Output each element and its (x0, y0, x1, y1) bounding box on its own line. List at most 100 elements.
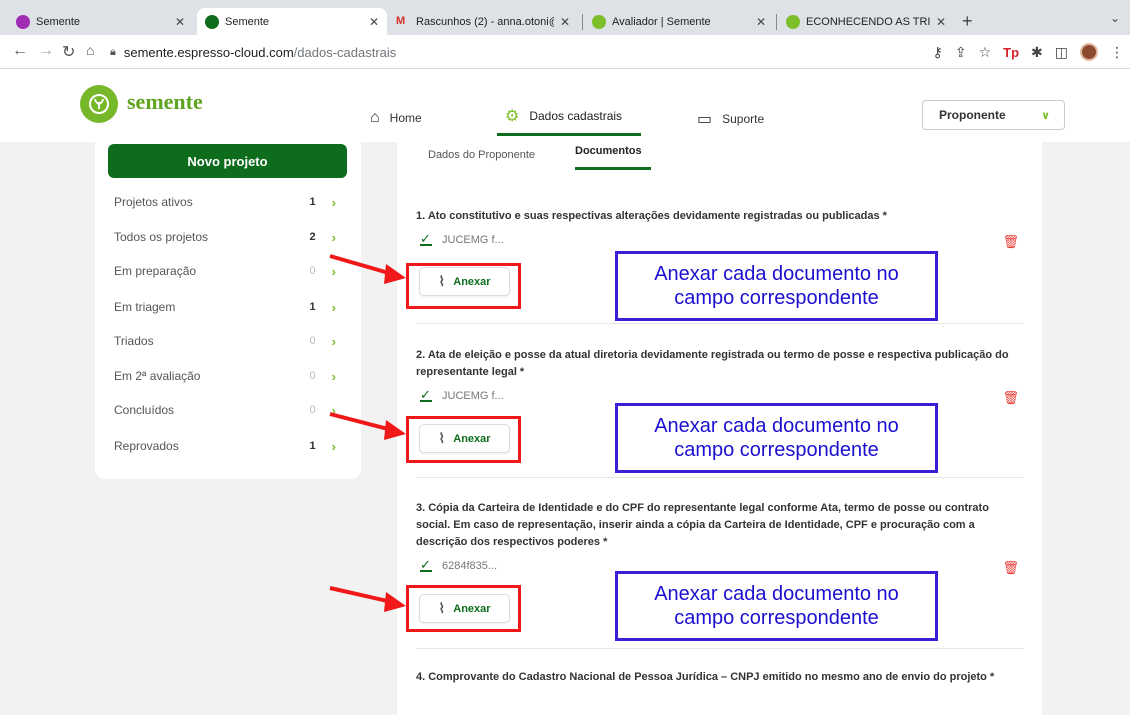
chevron-down-icon: ∨ (1041, 109, 1050, 122)
nav-home[interactable]: ⌂ Home (370, 109, 422, 127)
browser-tab[interactable]: Semente ✕ (8, 8, 193, 35)
trash-icon[interactable]: 🗑︎ (1002, 390, 1019, 406)
home-browser-icon[interactable]: ⌂ (86, 42, 94, 58)
star-icon[interactable]: ☆ (979, 44, 992, 61)
nav-dados-cadastrais[interactable]: ⚙ Dados cadastrais (505, 106, 622, 126)
role-select[interactable]: Proponente ∨ (922, 100, 1065, 130)
back-arrow-icon[interactable]: ← (12, 42, 28, 60)
instruction-callout: Anexar cada documento no campo correspond… (615, 571, 938, 641)
semente-logo-icon[interactable] (80, 85, 118, 123)
section-divider (416, 323, 1024, 324)
app-header: semente ⌂ Home ⚙ Dados cadastrais ▭ Supo… (0, 69, 1130, 142)
nav-suporte[interactable]: ▭ Suporte (697, 109, 764, 129)
semente-favicon-icon (16, 14, 30, 29)
highlight-box (406, 585, 521, 632)
instruction-callout: Anexar cada documento no campo correspond… (615, 251, 938, 321)
toolbar-icons: ⚷ ⇪ ☆ Tp ✱ ◫ ⋮ (933, 43, 1124, 61)
browser-tab[interactable]: M Rascunhos (2) - anna.otoni@cc ✕ (388, 8, 578, 35)
check-icon: ✓ (420, 231, 432, 246)
section-divider (416, 477, 1024, 478)
document-heading: 3. Cópia da Carteira de Identidade e do … (416, 502, 989, 548)
tab-separator (776, 14, 777, 30)
chevron-right-icon: › (331, 194, 336, 210)
red-arrow-icon (329, 586, 406, 612)
new-project-button[interactable]: Novo projeto (108, 144, 347, 178)
chevron-right-icon: › (331, 299, 336, 315)
address-bar[interactable]: 🔒︎ semente.espresso-cloud.com/dados-cada… (110, 40, 925, 64)
tab-active-underline (575, 167, 651, 170)
tab-documentos[interactable]: Documentos (575, 145, 642, 157)
document-heading: 4. Comprovante do Cadastro Nacional de P… (416, 671, 995, 683)
semente-favicon-icon (205, 14, 219, 29)
section-divider (416, 648, 1024, 649)
count-badge: 1 (309, 440, 316, 452)
chevron-right-icon: › (331, 368, 336, 384)
chevron-right-icon: › (331, 229, 336, 245)
browser-tab-active[interactable]: Semente ✕ (197, 8, 387, 35)
avaliador-favicon-icon (592, 14, 606, 29)
document-heading: 1. Ato constitutivo e suas respectivas a… (416, 210, 887, 222)
sidebar-item-todos-os-projetos[interactable]: Todos os projetos 2 › (114, 227, 336, 247)
count-badge: 2 (309, 231, 316, 243)
url-host: semente.espresso-cloud.com (123, 44, 294, 60)
sidebar-item-triados[interactable]: Triados 0 › (114, 331, 336, 351)
check-icon: ✓ (420, 387, 432, 402)
sidebar-item-reprovados[interactable]: Reprovados 1 › (114, 436, 336, 456)
extension-tp-icon[interactable]: Tp (1003, 45, 1019, 60)
sidebar-item-em-preparacao[interactable]: Em preparação 0 › (114, 261, 336, 281)
instruction-callout: Anexar cada documento no campo correspond… (615, 403, 938, 473)
close-tab-icon[interactable]: ✕ (936, 15, 946, 29)
key-icon[interactable]: ⚷ (933, 44, 943, 61)
chevron-right-icon: › (331, 333, 336, 349)
url-path: /dados-cadastrais (293, 44, 397, 60)
sidebar-item-em-triagem[interactable]: Em triagem 1 › (114, 297, 336, 317)
trilhas-favicon-icon (786, 14, 800, 29)
menu-dots-icon[interactable]: ⋮ (1110, 44, 1124, 61)
puzzle-icon[interactable]: ✱ (1031, 44, 1043, 61)
share-icon[interactable]: ⇪ (955, 44, 967, 61)
gmail-favicon-icon: M (396, 14, 406, 27)
chat-icon: ▭ (697, 111, 713, 128)
tab-search-chevron-icon[interactable]: ⌄ (1110, 11, 1120, 25)
browser-tab[interactable]: Avaliador | Semente ✕ (584, 8, 774, 35)
highlight-box (406, 263, 521, 309)
count-badge: 1 (309, 301, 316, 313)
close-tab-icon[interactable]: ✕ (175, 15, 185, 29)
sidepanel-icon[interactable]: ◫ (1055, 44, 1068, 61)
count-badge: 0 (309, 370, 316, 382)
close-tab-icon[interactable]: ✕ (756, 15, 766, 29)
count-badge: 1 (309, 196, 316, 208)
forward-arrow-icon[interactable]: → (38, 42, 54, 60)
uploaded-file[interactable]: ✓ JUCEMG f... (420, 387, 504, 402)
uploaded-file[interactable]: ✓ JUCEMG f... (420, 231, 504, 246)
sidebar-item-em-2a-avaliacao[interactable]: Em 2ª avaliação 0 › (114, 366, 336, 386)
uploaded-file[interactable]: ✓ 6284f835... (420, 557, 497, 572)
new-tab-icon[interactable]: + (962, 11, 973, 32)
document-heading: 2. Ata de eleição e posse da atual diret… (416, 349, 1009, 378)
red-arrow-icon (329, 254, 406, 284)
sidebar: Novo projeto Projetos ativos 1 › Todos o… (95, 142, 361, 479)
trash-icon[interactable]: 🗑︎ (1002, 234, 1019, 250)
profile-avatar[interactable] (1080, 43, 1098, 61)
home-icon: ⌂ (370, 109, 380, 126)
count-badge: 0 (309, 265, 316, 277)
tab-separator (582, 14, 583, 30)
count-badge: 0 (309, 404, 316, 416)
tab-dados-do-proponente[interactable]: Dados do Proponente (428, 149, 535, 161)
logo-text[interactable]: semente (127, 89, 203, 115)
document-section-4: 4. Comprovante do Cadastro Nacional de P… (416, 669, 1024, 715)
nav-active-underline (497, 133, 641, 136)
red-arrow-icon (329, 412, 406, 440)
gear-icon: ⚙ (505, 108, 520, 125)
browser-tab[interactable]: ECONHECENDO AS TRILHAS | ✕ (778, 8, 954, 35)
sidebar-item-projetos-ativos[interactable]: Projetos ativos 1 › (114, 192, 336, 212)
close-tab-icon[interactable]: ✕ (560, 15, 570, 29)
reload-icon[interactable]: ↻ (62, 42, 75, 62)
highlight-box (406, 416, 521, 463)
close-tab-icon[interactable]: ✕ (369, 15, 379, 29)
trash-icon[interactable]: 🗑︎ (1002, 560, 1019, 576)
sidebar-item-concluidos[interactable]: Concluídos 0 › (114, 400, 336, 420)
browser-toolbar: ← → ↻ ⌂ 🔒︎ semente.espresso-cloud.com/da… (0, 35, 1130, 69)
browser-tab-bar: Semente ✕ Semente ✕ M Rascunhos (2) - an… (0, 0, 1130, 35)
check-icon: ✓ (420, 557, 432, 572)
